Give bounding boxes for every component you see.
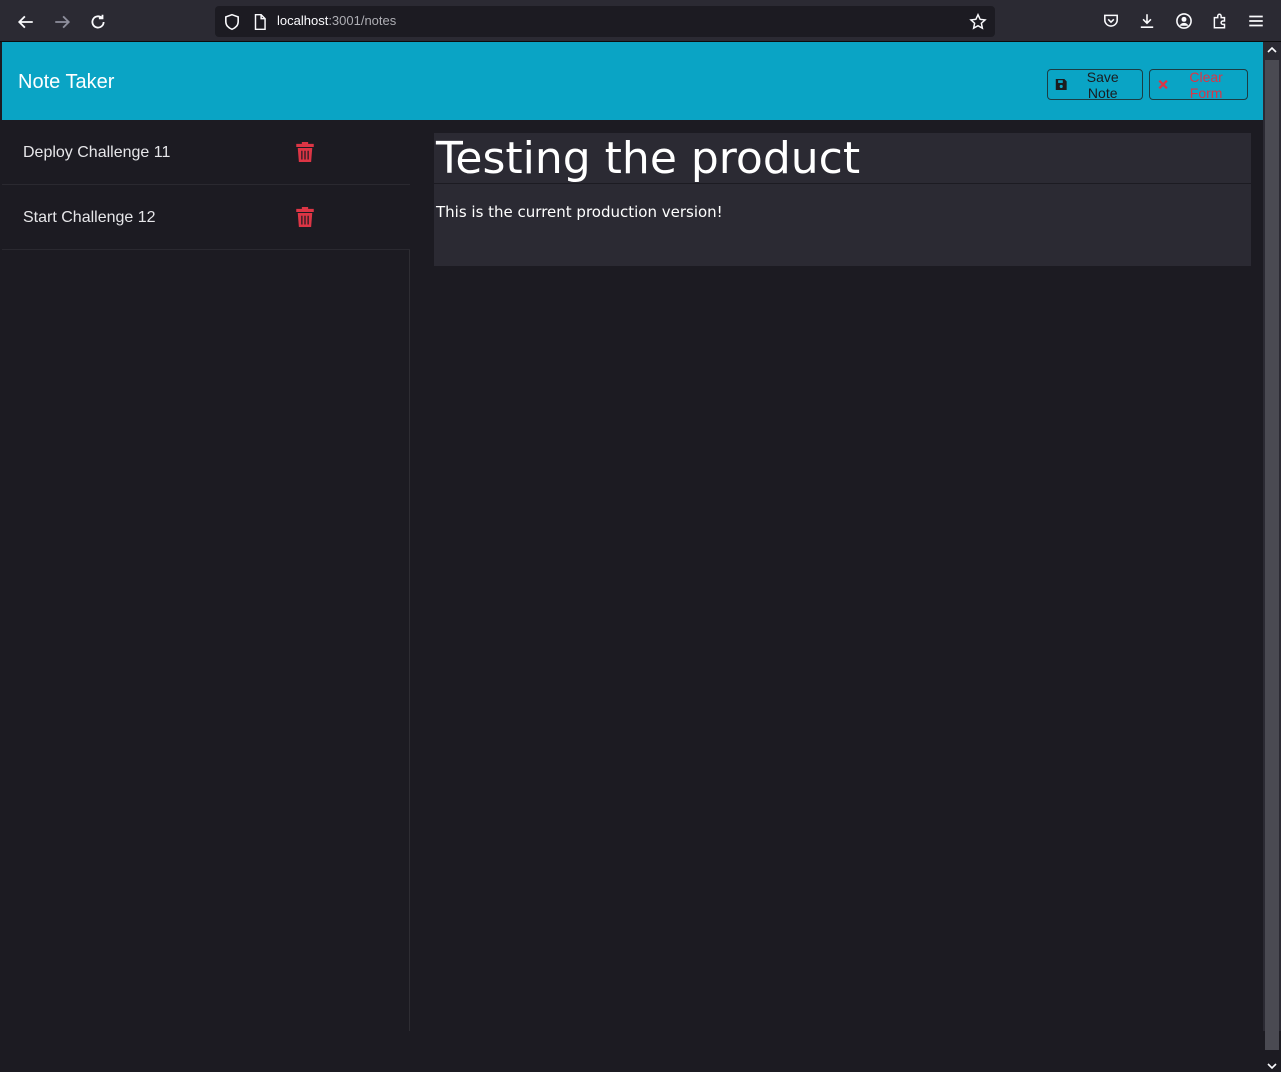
brand-title[interactable]: Note Taker — [18, 71, 114, 94]
download-icon — [1140, 14, 1154, 28]
url-bar[interactable]: localhost:3001/notes — [215, 6, 995, 37]
navbar: Note Taker Save Note Clear Form — [2, 42, 1263, 120]
list-item[interactable]: Deploy Challenge 11 — [2, 120, 410, 185]
bookmark-star-icon[interactable] — [969, 13, 987, 31]
reload-button[interactable] — [84, 8, 112, 36]
note-body-textarea[interactable]: This is the current production version! — [434, 184, 1251, 266]
note-title-input[interactable]: Testing the product — [434, 133, 1251, 184]
clear-form-button[interactable]: Clear Form — [1149, 68, 1248, 101]
downloads-button[interactable] — [1136, 10, 1158, 32]
list-item[interactable]: Start Challenge 12 — [2, 185, 410, 250]
browser-toolbar: localhost:3001/notes — [0, 0, 1281, 42]
pocket-icon — [1104, 14, 1118, 27]
extensions-button[interactable] — [1209, 10, 1231, 32]
url-host: localhost — [277, 13, 329, 28]
close-icon — [1158, 79, 1168, 90]
note-title[interactable]: Start Challenge 12 — [23, 209, 156, 227]
url-path: :3001/notes — [328, 13, 397, 28]
arrow-right-icon — [55, 15, 71, 29]
trash-icon[interactable] — [296, 142, 314, 162]
trash-icon[interactable] — [296, 207, 314, 227]
account-icon — [1176, 13, 1192, 29]
pocket-button[interactable] — [1100, 10, 1122, 32]
hamburger-icon — [1249, 15, 1263, 27]
save-icon — [1055, 79, 1067, 90]
save-note-button[interactable]: Save Note — [1047, 68, 1143, 101]
chevron-up-icon[interactable] — [1266, 44, 1278, 56]
clear-form-label: Clear Form — [1189, 68, 1223, 101]
back-button[interactable] — [12, 8, 40, 36]
shield-icon[interactable] — [223, 13, 241, 31]
save-note-label: Save Note — [1086, 68, 1119, 101]
notes-list: Deploy Challenge 11 Start Challenge 12 — [2, 120, 410, 1031]
note-editor: Testing the product This is the current … — [434, 133, 1251, 266]
scroll-thumb[interactable] — [1265, 60, 1279, 1050]
arrow-left-icon — [17, 15, 33, 29]
menu-button[interactable] — [1245, 10, 1267, 32]
page-scrollbar[interactable] — [1263, 42, 1281, 1070]
chevron-down-icon[interactable] — [1266, 1060, 1278, 1072]
reload-icon — [91, 14, 105, 29]
forward-button[interactable] — [48, 8, 76, 36]
note-taker-app: Note Taker Save Note Clear Form Deploy C… — [2, 42, 1263, 1031]
url-text: localhost:3001/notes — [277, 13, 396, 28]
note-title[interactable]: Deploy Challenge 11 — [23, 144, 170, 162]
page-icon — [254, 13, 266, 31]
puzzle-icon — [1213, 13, 1226, 29]
account-button[interactable] — [1173, 10, 1195, 32]
